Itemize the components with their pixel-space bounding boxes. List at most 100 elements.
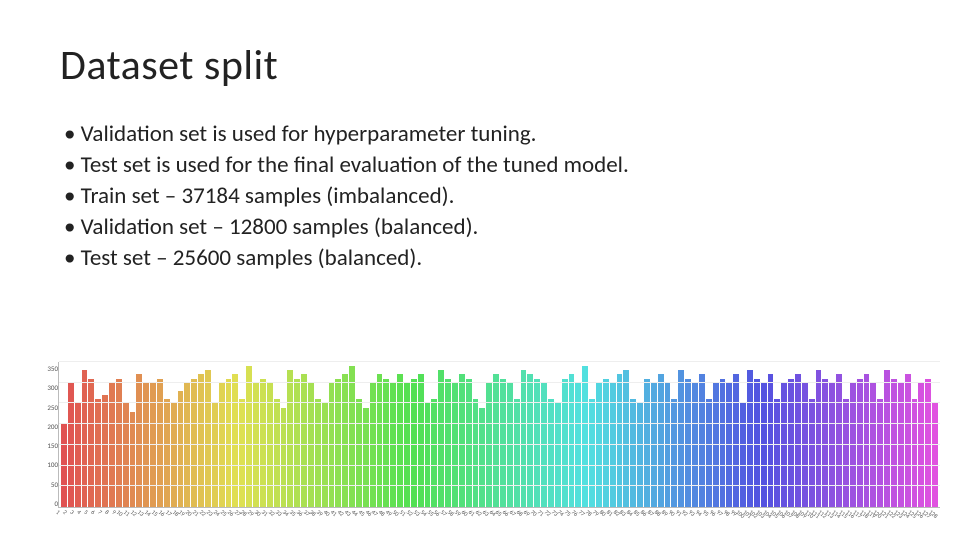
bar bbox=[232, 374, 238, 507]
bar bbox=[774, 399, 780, 507]
bar bbox=[534, 379, 540, 507]
bar bbox=[397, 374, 403, 507]
bar bbox=[68, 383, 74, 507]
list-item: Train set – 37184 samples (imbalanced). bbox=[64, 181, 900, 212]
x-tick: 6 bbox=[89, 508, 96, 516]
bar bbox=[184, 383, 190, 507]
y-tick: 250 bbox=[47, 403, 58, 412]
bar bbox=[816, 370, 822, 507]
bar bbox=[95, 399, 101, 507]
bar bbox=[349, 366, 355, 507]
bar bbox=[418, 374, 424, 507]
bar bbox=[891, 379, 897, 507]
y-tick: 300 bbox=[47, 383, 58, 392]
bar bbox=[569, 374, 575, 507]
bar bbox=[905, 374, 911, 507]
bar bbox=[843, 399, 849, 507]
bar bbox=[795, 374, 801, 507]
bar bbox=[205, 370, 211, 507]
bar bbox=[637, 403, 643, 507]
bar bbox=[781, 383, 787, 507]
bar bbox=[932, 403, 938, 507]
bar bbox=[857, 379, 863, 507]
bar bbox=[123, 403, 129, 507]
bar bbox=[116, 379, 122, 507]
bar bbox=[658, 374, 664, 507]
chart: 350300250200150100500 123456789101112131… bbox=[30, 362, 940, 522]
y-tick: 150 bbox=[47, 441, 58, 450]
bar bbox=[864, 374, 870, 507]
bar bbox=[706, 399, 712, 507]
bar bbox=[617, 374, 623, 507]
bar bbox=[761, 383, 767, 507]
bar bbox=[191, 379, 197, 507]
bar bbox=[925, 379, 931, 507]
bar bbox=[431, 399, 437, 507]
bar bbox=[281, 408, 287, 507]
y-axis: 350300250200150100500 bbox=[30, 362, 58, 522]
y-tick: 50 bbox=[51, 480, 58, 489]
bar bbox=[486, 383, 492, 507]
bar bbox=[788, 379, 794, 507]
bar bbox=[610, 383, 616, 507]
x-tick: 7 bbox=[96, 508, 103, 516]
bar bbox=[473, 399, 479, 507]
bar bbox=[630, 399, 636, 507]
bar bbox=[452, 383, 458, 507]
bar bbox=[623, 370, 629, 507]
bar bbox=[912, 399, 918, 507]
bar bbox=[425, 403, 431, 507]
bar bbox=[555, 403, 561, 507]
bar bbox=[150, 383, 156, 507]
x-tick: 3 bbox=[69, 508, 76, 516]
bar bbox=[226, 379, 232, 507]
bar bbox=[164, 399, 170, 507]
bar bbox=[541, 383, 547, 507]
bar bbox=[274, 399, 280, 507]
bar bbox=[665, 383, 671, 507]
bar bbox=[356, 399, 362, 507]
bar bbox=[802, 383, 808, 507]
x-tick: 8 bbox=[103, 508, 110, 516]
bar bbox=[102, 395, 108, 507]
list-item: Test set – 25600 samples (balanced). bbox=[64, 243, 900, 274]
bar bbox=[500, 379, 506, 507]
bar bbox=[582, 366, 588, 507]
bar bbox=[171, 403, 177, 507]
bar bbox=[143, 383, 149, 507]
bar bbox=[596, 383, 602, 507]
bar bbox=[239, 399, 245, 507]
bar bbox=[308, 383, 314, 507]
bar bbox=[754, 379, 760, 507]
bar bbox=[377, 374, 383, 507]
bar bbox=[404, 383, 410, 507]
bar bbox=[870, 383, 876, 507]
bar bbox=[363, 408, 369, 507]
bar bbox=[260, 379, 266, 507]
bar bbox=[507, 383, 513, 507]
bar bbox=[527, 374, 533, 507]
y-tick: 100 bbox=[47, 460, 58, 469]
bar bbox=[493, 374, 499, 507]
bar bbox=[575, 383, 581, 507]
bar bbox=[82, 370, 88, 507]
bar bbox=[329, 383, 335, 507]
bar bbox=[445, 379, 451, 507]
bar bbox=[287, 370, 293, 507]
bar bbox=[411, 379, 417, 507]
bar bbox=[740, 403, 746, 507]
bar bbox=[294, 379, 300, 507]
bar bbox=[692, 383, 698, 507]
bar bbox=[877, 399, 883, 507]
bar bbox=[726, 383, 732, 507]
x-tick: 2 bbox=[62, 508, 69, 516]
bar bbox=[88, 379, 94, 507]
bar bbox=[521, 370, 527, 507]
bar bbox=[390, 383, 396, 507]
bar bbox=[809, 399, 815, 507]
list-item: Test set is used for the final evaluatio… bbox=[64, 150, 900, 181]
bar bbox=[459, 374, 465, 507]
bar bbox=[438, 370, 444, 507]
bar bbox=[61, 424, 67, 507]
bar bbox=[671, 399, 677, 507]
